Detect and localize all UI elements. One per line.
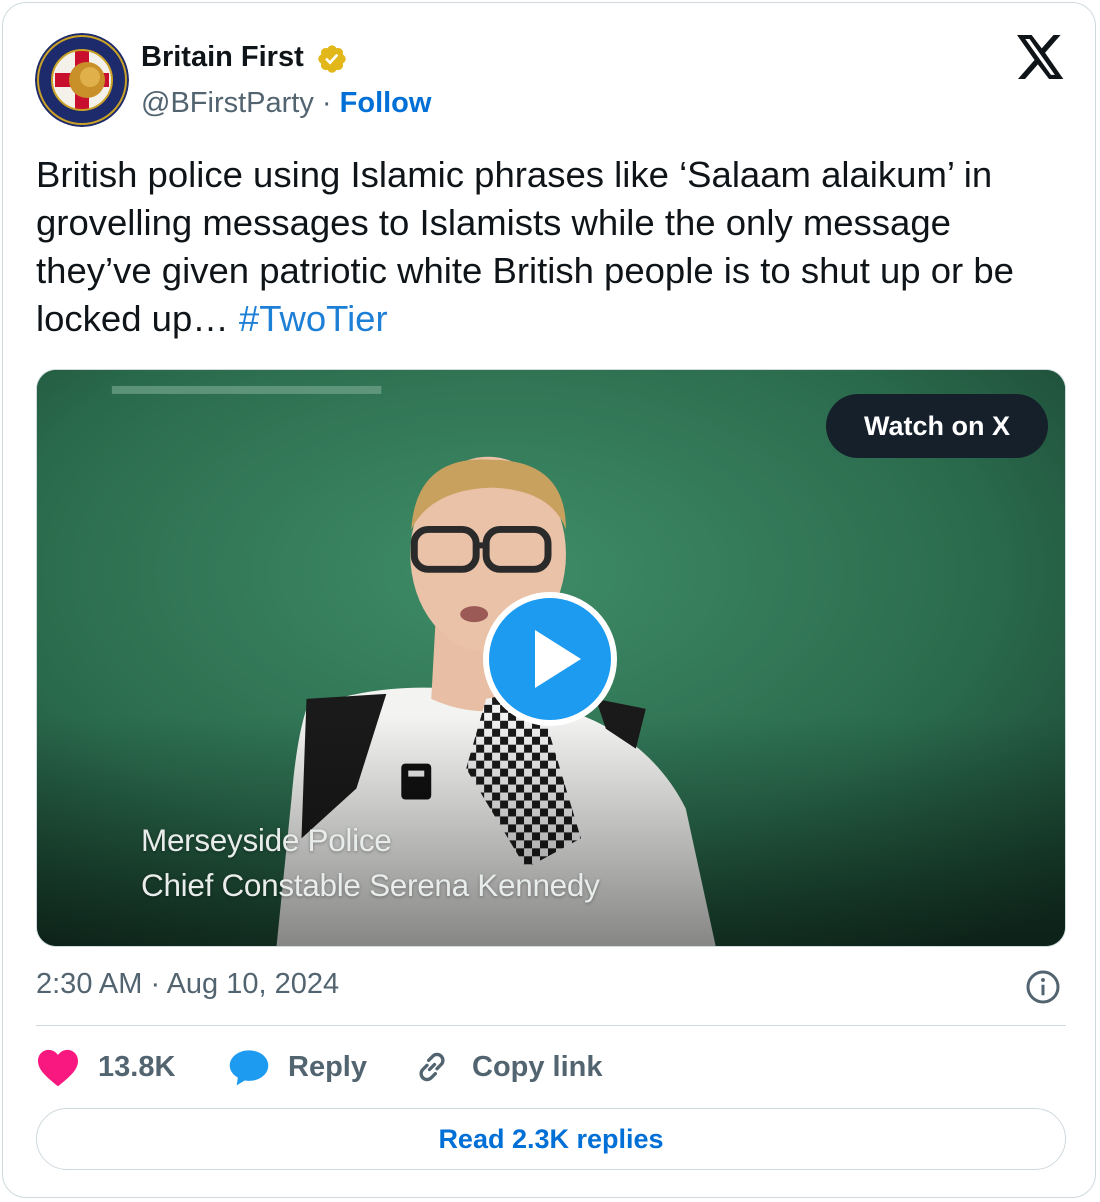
play-icon[interactable] [483, 592, 617, 726]
read-replies-button[interactable]: Read 2.3K replies [36, 1108, 1066, 1170]
video-player[interactable]: Watch on X Merseyside Police Chief Const… [36, 369, 1066, 947]
copy-link-button[interactable]: Copy link [412, 1045, 603, 1089]
verified-badge-icon [318, 45, 346, 73]
copy-link-label: Copy link [472, 1050, 603, 1083]
follow-button[interactable]: Follow [340, 87, 432, 119]
tweet-text: British police using Islamic phrases lik… [36, 151, 1066, 343]
divider [36, 1025, 1066, 1026]
author-name[interactable]: Britain First [141, 41, 304, 74]
like-count: 13.8K [98, 1050, 176, 1083]
like-button[interactable]: 13.8K [36, 1045, 175, 1089]
hashtag-link[interactable]: #TwoTier [239, 298, 388, 339]
timestamp[interactable]: 2:30 AM · Aug 10, 2024 [36, 968, 339, 1001]
link-icon [419, 1052, 445, 1082]
heart-icon [38, 1049, 78, 1087]
reply-label: Reply [288, 1050, 367, 1083]
tweet-body: British police using Islamic phrases lik… [36, 154, 1014, 339]
tweet-card: Britain First @BFirstParty · Follow Brit… [2, 2, 1096, 1198]
avatar[interactable] [35, 33, 129, 127]
watch-on-x-button[interactable]: Watch on X [826, 394, 1048, 458]
action-bar: 13.8K Reply Copy link [36, 1045, 1066, 1089]
x-logo-icon[interactable] [1017, 35, 1065, 79]
handle-row: @BFirstParty · Follow [141, 87, 431, 120]
separator: · [321, 87, 332, 119]
author-handle[interactable]: @BFirstParty [141, 87, 314, 119]
caption-line-1: Merseyside Police [141, 822, 392, 858]
info-icon[interactable] [1025, 969, 1061, 1005]
reply-bubble-icon [229, 1050, 269, 1086]
reply-button[interactable]: Reply [228, 1045, 367, 1089]
video-caption: Merseyside Police Chief Constable Serena… [141, 818, 600, 908]
caption-line-2: Chief Constable Serena Kennedy [141, 867, 600, 903]
